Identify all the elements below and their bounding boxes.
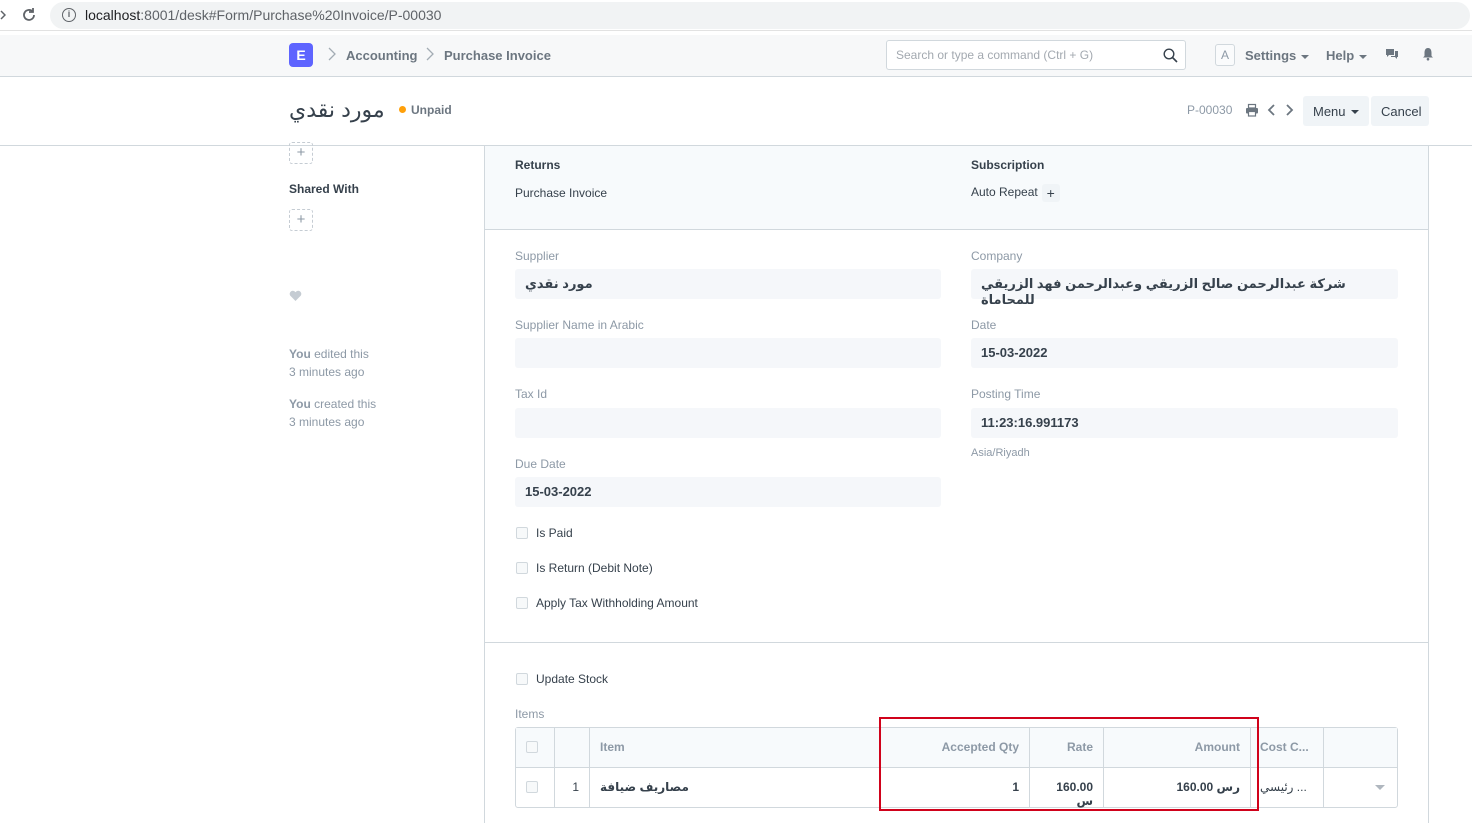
row-select-cell xyxy=(516,768,555,808)
app-navbar: E Accounting Purchase Invoice A Settings… xyxy=(0,35,1472,77)
company-field[interactable]: شركة عبدالرحمن صالح الزريقي وعبدالرحمن ف… xyxy=(971,269,1398,307)
connections-section: Returns Purchase Invoice Subscription Au… xyxy=(485,146,1428,230)
user-avatar[interactable]: A xyxy=(1215,44,1235,66)
is-paid-checkbox-row[interactable]: Is Paid xyxy=(516,526,573,540)
activity-item: You edited this 3 minutes ago xyxy=(289,347,369,379)
subscription-heading: Subscription xyxy=(971,158,1045,172)
select-all-cell xyxy=(516,728,555,768)
apply-tax-label: Apply Tax Withholding Amount xyxy=(536,596,698,610)
chat-icon[interactable] xyxy=(1385,47,1399,61)
form-sidebar: + Shared With + You edited this 3 minutes… xyxy=(289,142,469,823)
company-label: Company xyxy=(971,249,1023,263)
is-return-checkbox[interactable] xyxy=(516,562,528,574)
search-input[interactable] xyxy=(896,48,1156,62)
forward-icon[interactable] xyxy=(0,10,6,20)
supplier-arabic-field[interactable] xyxy=(515,338,941,368)
column-header-item[interactable]: Item xyxy=(590,728,881,768)
shared-with-label: Shared With xyxy=(289,182,359,196)
posting-time-label: Posting Time xyxy=(971,387,1041,401)
section-divider xyxy=(485,642,1428,643)
add-auto-repeat-icon[interactable]: + xyxy=(1041,184,1060,202)
like-heart-icon[interactable] xyxy=(289,290,302,302)
reload-icon[interactable] xyxy=(20,6,38,24)
posting-date-field[interactable]: 15-03-2022 xyxy=(971,338,1398,368)
auto-repeat-link[interactable]: Auto Repeat + xyxy=(971,184,1060,202)
is-return-checkbox-row[interactable]: Is Return (Debit Note) xyxy=(516,561,653,575)
browser-toolbar: i localhost:8001/desk#Form/Purchase%20In… xyxy=(0,0,1472,31)
notification-bell-icon[interactable] xyxy=(1421,47,1435,61)
auto-repeat-label: Auto Repeat xyxy=(971,185,1038,200)
cell-item[interactable]: مصاريف ضيافة xyxy=(590,768,881,808)
caret-down-icon xyxy=(1350,110,1359,115)
update-stock-label: Update Stock xyxy=(536,672,609,686)
breadcrumb-purchase-invoice[interactable]: Purchase Invoice xyxy=(444,48,551,63)
chevron-right-icon xyxy=(328,47,336,61)
menu-button[interactable]: Menu xyxy=(1303,96,1369,126)
site-info-icon[interactable]: i xyxy=(62,8,76,22)
print-icon[interactable] xyxy=(1245,103,1259,117)
app-logo[interactable]: E xyxy=(289,43,313,67)
row-index: 1 xyxy=(555,768,590,808)
posting-time-field[interactable]: 11:23:16.991173 xyxy=(971,408,1398,438)
awesome-bar[interactable] xyxy=(886,40,1186,70)
supplier-label: Supplier xyxy=(515,249,560,263)
cell-cost-center[interactable]: رئيسي ... xyxy=(1251,768,1324,808)
settings-dropdown[interactable]: Settings xyxy=(1245,48,1310,63)
supplier-arabic-label: Supplier Name in Arabic xyxy=(515,318,644,332)
previous-doc-icon[interactable] xyxy=(1265,103,1279,117)
row-checkbox[interactable] xyxy=(526,781,538,793)
apply-tax-checkbox[interactable] xyxy=(516,597,528,609)
row-index-header xyxy=(555,728,590,768)
timezone-label: Asia/Riyadh xyxy=(971,447,1030,459)
help-label: Help xyxy=(1326,48,1355,63)
row-dropdown-icon[interactable] xyxy=(1374,784,1386,792)
search-icon[interactable] xyxy=(1163,48,1178,63)
next-doc-icon[interactable] xyxy=(1282,103,1296,117)
document-name: P-00030 xyxy=(1187,103,1233,117)
page-head: مورد نقدي Unpaid P-00030 Menu Cancel xyxy=(0,77,1472,146)
items-label: Items xyxy=(515,707,545,721)
cancel-button[interactable]: Cancel xyxy=(1371,96,1429,126)
settings-label: Settings xyxy=(1245,48,1297,63)
tax-id-field[interactable] xyxy=(515,408,941,438)
add-tag-button[interactable]: + xyxy=(289,142,313,164)
status-indicator: Unpaid xyxy=(399,103,452,117)
breadcrumb-accounting[interactable]: Accounting xyxy=(346,48,418,63)
status-label: Unpaid xyxy=(411,103,452,117)
tax-id-label: Tax Id xyxy=(515,387,548,401)
add-share-button[interactable]: + xyxy=(289,209,313,231)
supplier-field[interactable]: مورد نقدي xyxy=(515,269,941,299)
chevron-right-icon xyxy=(426,47,434,61)
highlight-box xyxy=(879,717,1259,811)
help-dropdown[interactable]: Help xyxy=(1326,48,1368,63)
activity-item: You created this 3 minutes ago xyxy=(289,397,377,429)
edit-column-header xyxy=(1324,728,1397,768)
caret-down-icon xyxy=(1301,54,1310,59)
column-header-cost-center[interactable]: Cost C... xyxy=(1251,728,1324,768)
caret-down-icon xyxy=(1359,54,1368,59)
apply-tax-checkbox-row[interactable]: Apply Tax Withholding Amount xyxy=(516,596,698,610)
date-label: Date xyxy=(971,318,997,332)
menu-label: Menu xyxy=(1313,103,1346,119)
is-paid-label: Is Paid xyxy=(536,526,573,540)
is-paid-checkbox[interactable] xyxy=(516,527,528,539)
returns-heading: Returns xyxy=(515,158,561,172)
is-return-label: Is Return (Debit Note) xyxy=(536,561,653,575)
row-edit-cell[interactable] xyxy=(1324,768,1397,808)
update-stock-checkbox[interactable] xyxy=(516,673,528,685)
status-dot xyxy=(399,106,406,113)
url-text[interactable]: localhost:8001/desk#Form/Purchase%20Invo… xyxy=(85,7,441,23)
returns-link-purchase-invoice[interactable]: Purchase Invoice xyxy=(515,186,607,200)
update-stock-checkbox-row[interactable]: Update Stock xyxy=(516,672,608,686)
due-date-field[interactable]: 15-03-2022 xyxy=(515,477,941,507)
select-all-checkbox[interactable] xyxy=(526,741,538,753)
due-date-label: Due Date xyxy=(515,457,566,471)
page-title: مورد نقدي xyxy=(289,97,385,122)
